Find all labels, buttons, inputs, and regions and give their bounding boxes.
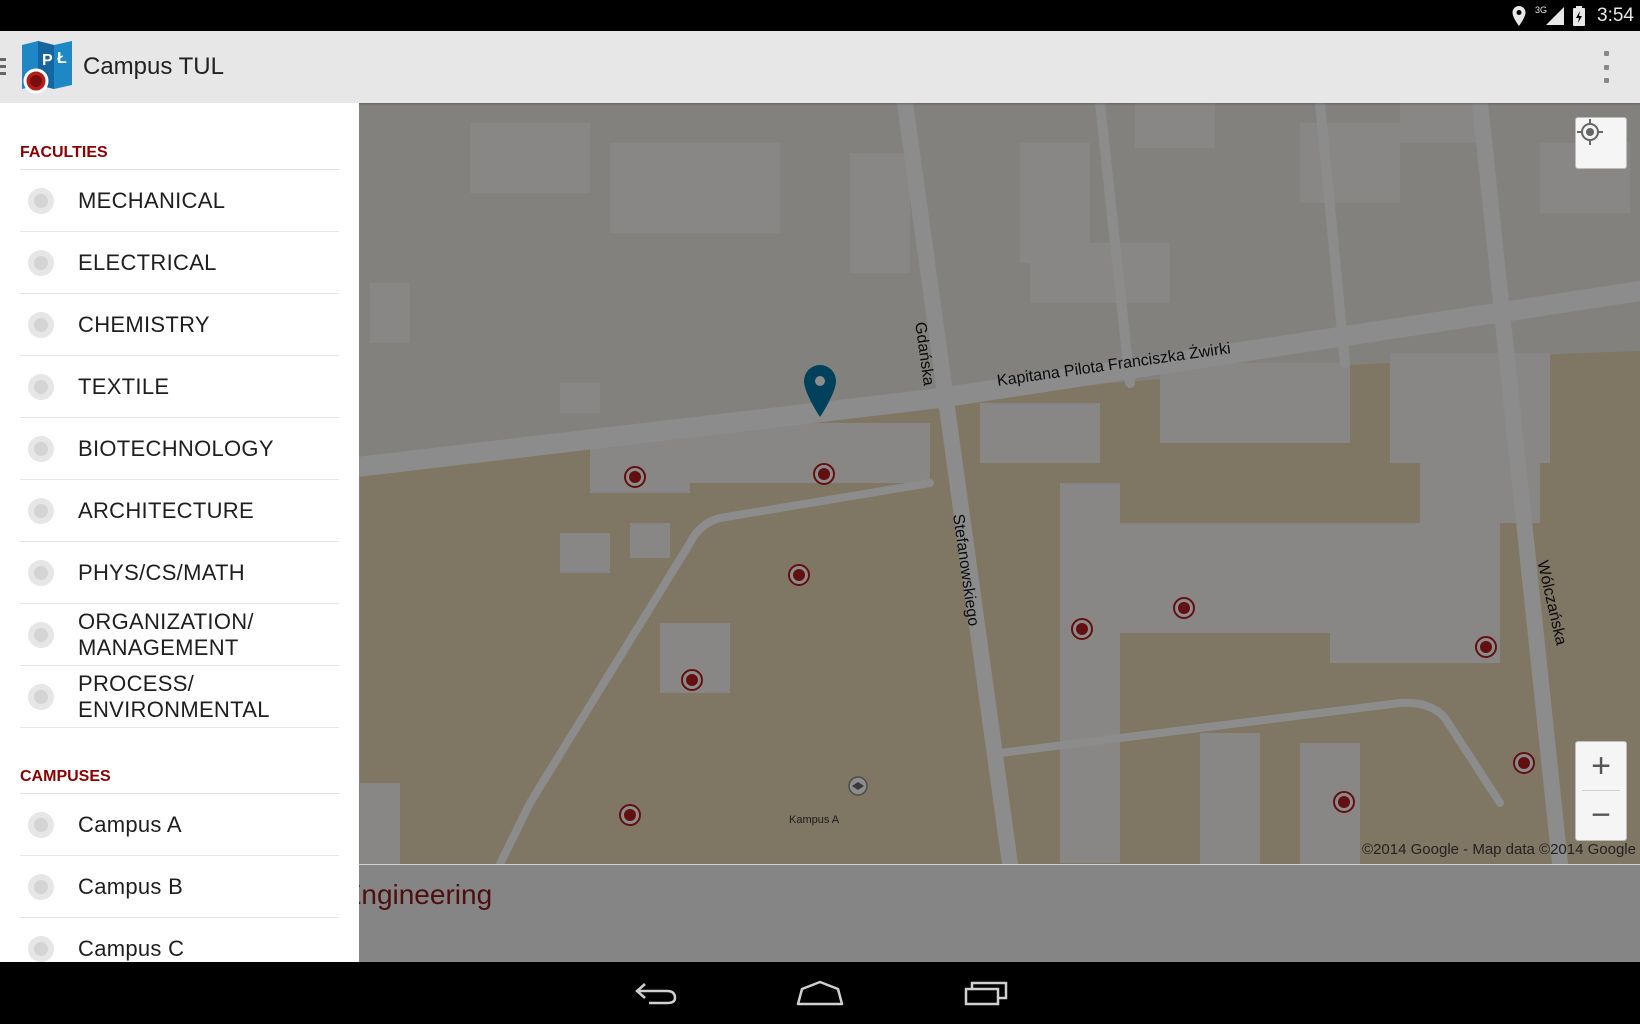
logo-text-l: Ł (57, 50, 67, 67)
campuses-header: CAMPUSES (20, 768, 111, 785)
campus-item-label: Campus C (78, 935, 185, 961)
campus-item[interactable]: Campus B (20, 856, 339, 918)
logo-text-p: P (42, 52, 53, 69)
poi-marker[interactable] (619, 804, 641, 826)
kampus-a-label: Kampus A (789, 814, 840, 826)
poi-marker[interactable] (788, 564, 810, 586)
app-logo[interactable]: P Ł (18, 39, 76, 95)
faculty-item-label: CHEMISTRY (78, 311, 210, 337)
status-time: 3:54 (1597, 4, 1634, 26)
faculty-item[interactable]: ARCHITECTURE (20, 480, 339, 542)
zoom-out-button[interactable]: − (1576, 791, 1626, 839)
radio-button-icon[interactable] (28, 559, 54, 586)
radio-button-icon[interactable] (28, 249, 54, 276)
poi-marker[interactable] (624, 466, 646, 488)
faculty-item-label: TEXTILE (78, 373, 170, 399)
status-bar: 3G 3:54 (0, 0, 1640, 31)
location-icon (1512, 5, 1526, 26)
home-icon (796, 980, 844, 1006)
poi-marker[interactable] (813, 463, 835, 485)
faculty-item[interactable]: MECHANICAL (20, 170, 339, 232)
radio-button-icon[interactable] (28, 311, 54, 338)
zoom-in-button[interactable]: + (1576, 742, 1626, 790)
faculty-item[interactable]: PROCESS/ ENVIRONMENTAL (20, 666, 339, 728)
poi-marker[interactable] (1475, 636, 1497, 658)
navigation-drawer: FACULTIES MECHANICAL ELECTRICAL CHEMISTRY T… (0, 103, 359, 962)
faculty-item-label: ORGANIZATION/ MANAGEMENT (78, 608, 254, 660)
radio-button-icon[interactable] (28, 935, 54, 962)
overflow-menu-icon[interactable] (1602, 51, 1610, 83)
campus-item-label: Campus B (78, 873, 184, 899)
faculty-item[interactable]: TEXTILE (20, 356, 339, 418)
zoom-controls: + − (1575, 741, 1627, 841)
app-title: Campus TUL (83, 53, 224, 80)
radio-button-icon[interactable] (28, 497, 54, 524)
faculty-item-label: ELECTRICAL (78, 249, 217, 275)
radio-button-icon[interactable] (28, 873, 54, 900)
poi-marker[interactable] (1173, 597, 1195, 619)
radio-button-icon[interactable] (28, 621, 54, 648)
crosshair-icon (1577, 119, 1603, 145)
system-navigation-bar (0, 962, 1640, 1024)
faculty-item[interactable]: ORGANIZATION/ MANAGEMENT (20, 604, 339, 666)
recent-apps-button[interactable] (956, 974, 1016, 1012)
poi-marker[interactable] (1333, 791, 1355, 813)
campus-item-label: Campus A (78, 811, 182, 837)
radio-button-icon[interactable] (28, 187, 54, 214)
status-icons: 3G 3:54 (1511, 0, 1634, 31)
faculty-item-label: BIOTECHNOLOGY (78, 435, 274, 461)
faculty-item-label: ARCHITECTURE (78, 497, 254, 523)
action-bar: P Ł Campus TUL (0, 31, 1640, 103)
radio-button-icon[interactable] (28, 373, 54, 400)
campus-list: Campus A Campus B Campus C (0, 794, 359, 962)
recent-apps-icon (964, 981, 1008, 1006)
faculty-item-label: MECHANICAL (78, 187, 226, 213)
my-location-button[interactable] (1575, 117, 1627, 169)
faculty-item[interactable]: ELECTRICAL (20, 232, 339, 294)
back-arrow-icon (635, 983, 677, 1005)
poi-marker[interactable] (1513, 752, 1535, 774)
radio-button-icon[interactable] (28, 683, 54, 710)
radio-button-icon[interactable] (28, 811, 54, 838)
drawer-toggle-icon[interactable] (0, 58, 7, 76)
faculties-header: FACULTIES (20, 144, 108, 161)
signal-icon (1546, 6, 1565, 25)
campus-item[interactable]: Campus C (20, 918, 339, 962)
faculty-item-label: PROCESS/ ENVIRONMENTAL (78, 670, 270, 722)
faculty-item-label: PHYS/CS/MATH (78, 559, 245, 585)
poi-marker[interactable] (1071, 618, 1093, 640)
home-button[interactable] (790, 974, 850, 1012)
faculty-list: MECHANICAL ELECTRICAL CHEMISTRY TEXTILE BIOT… (0, 170, 359, 728)
campus-item[interactable]: Campus A (20, 794, 339, 856)
battery-icon (1573, 5, 1586, 26)
faculty-item[interactable]: CHEMISTRY (20, 294, 339, 356)
faculty-item[interactable]: BIOTECHNOLOGY (20, 418, 339, 480)
poi-marker[interactable] (681, 669, 703, 691)
map-attribution: ©2014 Google - Map data ©2014 Google (1362, 841, 1636, 858)
back-button[interactable] (626, 974, 686, 1012)
faculty-item[interactable]: PHYS/CS/MATH (20, 542, 339, 604)
radio-button-icon[interactable] (28, 435, 54, 462)
